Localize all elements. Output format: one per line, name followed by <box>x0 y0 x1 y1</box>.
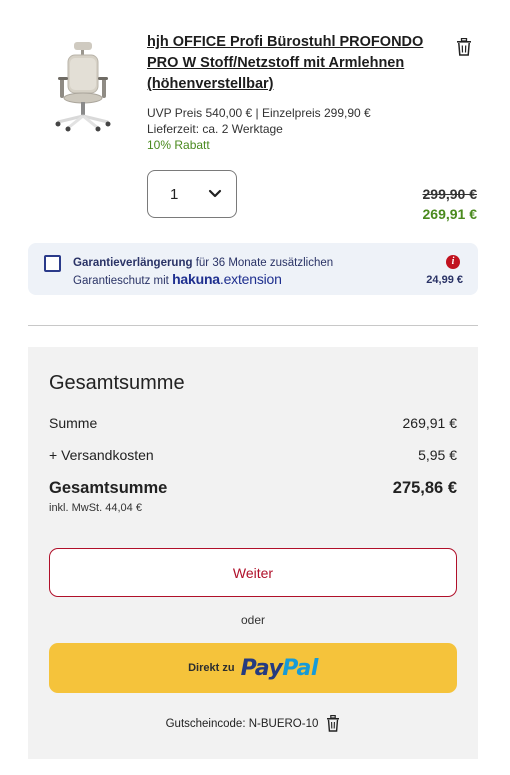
warranty-extension-box: Garantieverlängerung für 36 Monate zusät… <box>28 243 478 295</box>
quantity-value: 1 <box>170 185 179 203</box>
product-title-link[interactable]: hjh OFFICE Profi Bürostuhl PROFONDO PRO … <box>147 32 427 95</box>
summary-row-subtotal: Summe 269,91 € <box>49 415 457 431</box>
summary-title: Gesamtsumme <box>49 372 185 394</box>
shipping-label: + Versandkosten <box>49 447 154 463</box>
summary-row-total: Gesamtsumme 275,86 € <box>49 479 457 498</box>
info-icon[interactable]: i <box>446 255 460 269</box>
summary-row-shipping: + Versandkosten 5,95 € <box>49 447 457 463</box>
paypal-logo-pay: Pay <box>240 655 283 681</box>
trash-icon[interactable] <box>326 715 340 732</box>
delivery-line: Lieferzeit: ca. 2 Werktage <box>147 122 283 136</box>
new-price: 269,91 € <box>422 206 478 222</box>
shipping-value: 5,95 € <box>418 447 457 463</box>
warranty-text-rest: für 36 Monate zusätzlichen <box>192 257 334 269</box>
paypal-logo-pal: Pal <box>282 655 318 681</box>
continue-button[interactable]: Weiter <box>49 548 457 597</box>
divider <box>28 325 478 326</box>
or-separator: oder <box>240 613 266 627</box>
subtotal-value: 269,91 € <box>402 415 458 431</box>
subtotal-label: Summe <box>49 415 98 431</box>
total-label: Gesamtsumme <box>49 479 168 497</box>
trash-icon[interactable] <box>456 37 472 56</box>
quantity-select[interactable]: 1 <box>147 170 237 218</box>
hakuna-brand-name: hakuna <box>172 271 220 287</box>
order-summary: Gesamtsumme Summe 269,91 € + Versandkost… <box>28 347 478 759</box>
warranty-title: Garantieverlängerung <box>73 257 193 269</box>
warranty-text-line2: Garantieschutz mit <box>73 275 173 287</box>
warranty-price: 24,99 € <box>426 274 463 286</box>
paypal-logo: PayPal <box>240 655 319 681</box>
hakuna-brand-suffix: .extension <box>219 271 282 287</box>
coupon-code: Gutscheincode: N-BUERO-10 <box>165 717 319 730</box>
office-chair-image <box>55 42 111 132</box>
coupon-row: Gutscheincode: N-BUERO-10 <box>28 715 478 732</box>
product-image[interactable] <box>52 40 114 132</box>
paypal-prefix: Direkt zu <box>188 662 235 674</box>
hakuna-logo: hakuna.extension <box>172 271 282 287</box>
warranty-text: Garantieverlängerung für 36 Monate zusät… <box>73 255 373 289</box>
uvp-line: UVP Preis 540,00 € | Einzelpreis 299,90 … <box>147 106 371 120</box>
old-price: 299,90 € <box>422 186 478 202</box>
chevron-down-icon <box>208 189 222 198</box>
discount-line: 10% Rabatt <box>147 138 210 152</box>
warranty-checkbox[interactable] <box>44 255 61 272</box>
vat-note: inkl. MwSt. 44,04 € <box>49 502 142 514</box>
total-value: 275,86 € <box>392 479 457 497</box>
paypal-checkout-button[interactable]: Direkt zu PayPal <box>49 643 457 693</box>
price-info: UVP Preis 540,00 € | Einzelpreis 299,90 … <box>147 105 371 153</box>
